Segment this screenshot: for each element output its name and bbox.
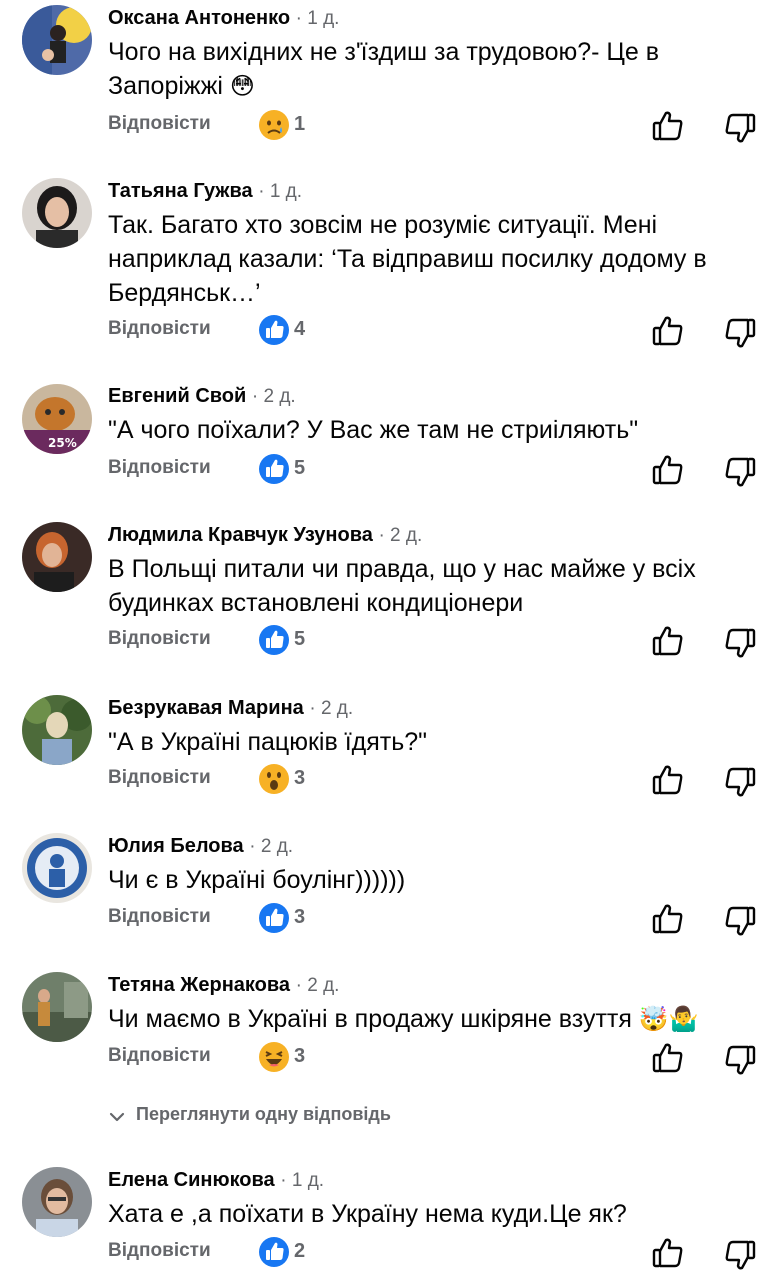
thumbs-down-icon[interactable] [723,455,757,489]
comment-header: Юлия Белова · 2 д. [108,835,294,857]
avatar[interactable]: 25% [22,384,92,454]
comment-actions: Відповісти 4 [108,314,758,348]
comment-header: Безрукавая Марина · 2 д. [108,697,354,719]
sad-reaction-icon[interactable] [258,109,290,141]
reaction-count[interactable]: 4 [294,318,305,341]
timestamp[interactable]: 2 д. [321,698,353,719]
comment-actions: Відповісти 3 [108,902,758,936]
author-name[interactable]: Татьяна Гужва [108,180,253,202]
timestamp[interactable]: 1 д. [270,181,302,202]
flushed-emoji: 😳 [229,72,255,100]
comment-header: Тетяна Жернакова · 2 д. [108,974,340,996]
reply-button[interactable]: Відповісти [108,318,211,340]
comment-actions: Відповісти 2 [108,1236,758,1270]
reaction-count[interactable]: 3 [294,906,305,929]
reply-button[interactable]: Відповісти [108,457,211,479]
author-name[interactable]: Юлия Белова [108,835,244,857]
thumbs-up-icon[interactable] [651,314,685,348]
thumbs-up-icon[interactable] [651,1236,685,1270]
avatar[interactable] [22,695,92,765]
comment-text: "А чого поїхали? У Вас же там не стриіля… [108,416,639,444]
thumbs-down-icon[interactable] [723,765,757,799]
timestamp[interactable]: 2 д. [307,975,339,996]
mind-blown-shrug-emoji: 🤯🤷‍♂️ [638,1005,699,1033]
thumbs-up-icon[interactable] [651,1041,685,1075]
reply-button[interactable]: Відповісти [108,113,211,135]
thumbs-up-icon[interactable] [651,109,685,143]
comment-actions: Відповісти 5 [108,624,758,658]
thumbs-down-icon[interactable] [723,904,757,938]
thumbs-up-icon[interactable] [651,453,685,487]
comment-text: Чи є в Україні боулінг)))))) [108,866,406,894]
timestamp[interactable]: 2 д. [390,525,422,546]
author-name[interactable]: Людмила Кравчук Узунова [108,524,373,546]
comment-text: Чого на вихідних не з'їздиш за трудовою?… [108,38,660,100]
thumbs-down-icon[interactable] [723,626,757,660]
thumbs-up-icon[interactable] [651,624,685,658]
avatar[interactable] [22,833,92,903]
like-reaction-icon[interactable] [258,453,290,485]
comment-header: Елена Синюкова · 1 д. [108,1169,325,1191]
comment-actions: Відповісти 3 [108,763,758,797]
like-reaction-icon[interactable] [258,314,290,346]
avatar[interactable] [22,972,92,1042]
reaction-count[interactable]: 3 [294,767,305,790]
comment-header: Татьяна Гужва · 1 д. [108,180,303,202]
comment-text: "А в Україні пацюків їдять?" [108,728,428,756]
reply-button[interactable]: Відповісти [108,1045,211,1067]
author-name[interactable]: Елена Синюкова [108,1169,275,1191]
reaction-count[interactable]: 2 [294,1240,305,1263]
reply-button[interactable]: Відповісти [108,1240,211,1262]
thumbs-down-icon[interactable] [723,316,757,350]
thumbs-down-icon[interactable] [723,1043,757,1077]
like-reaction-icon[interactable] [258,1236,290,1268]
reaction-count[interactable]: 1 [294,113,305,136]
thumbs-down-icon[interactable] [723,1238,757,1272]
haha-reaction-icon[interactable] [258,1041,290,1073]
timestamp[interactable]: 2 д. [261,836,293,857]
thumbs-up-icon[interactable] [651,763,685,797]
comment-text: Так. Багато хто зовсім не розуміє ситуац… [108,211,707,307]
thumbs-up-icon[interactable] [651,902,685,936]
thumbs-down-icon[interactable] [723,111,757,145]
chevron-down-icon [108,1108,126,1122]
wow-reaction-icon[interactable] [258,763,290,795]
timestamp[interactable]: 2 д. [263,386,295,407]
author-name[interactable]: Тетяна Жернакова [108,974,290,996]
comment-text: Чи маємо в Україні в продажу шкіряне взу… [108,1005,699,1033]
comment-header: Евгений Свой · 2 д. [108,385,296,407]
author-name[interactable]: Евгений Свой [108,385,246,407]
comment-text: В Польщі питали чи правда, що у нас майж… [108,555,696,617]
view-replies-link[interactable]: Переглянути одну відповідь [108,1104,391,1125]
author-name[interactable]: Безрукавая Марина [108,697,304,719]
timestamp[interactable]: 1 д. [307,8,339,29]
comment-actions: Відповісти 1 [108,109,758,143]
reply-button[interactable]: Відповісти [108,628,211,650]
reply-button[interactable]: Відповісти [108,906,211,928]
comment-header: Людмила Кравчук Узунова · 2 д. [108,524,423,546]
reply-button[interactable]: Відповісти [108,767,211,789]
reaction-count[interactable]: 3 [294,1045,305,1068]
comment-actions: Відповісти 3 [108,1041,758,1075]
timestamp[interactable]: 1 д. [292,1170,324,1191]
avatar[interactable] [22,178,92,248]
avatar[interactable] [22,5,92,75]
reaction-count[interactable]: 5 [294,628,305,651]
comment-text: Хата е ,а поїхати в Україну нема куди.Це… [108,1200,627,1228]
like-reaction-icon[interactable] [258,902,290,934]
author-name[interactable]: Оксана Антоненко [108,7,290,29]
comment-actions: Відповісти 5 [108,453,758,487]
comment-header: Оксана Антоненко · 1 д. [108,7,340,29]
svg-text:25%: 25% [48,436,77,450]
like-reaction-icon[interactable] [258,624,290,656]
avatar[interactable] [22,522,92,592]
avatar[interactable] [22,1167,92,1237]
reaction-count[interactable]: 5 [294,457,305,480]
